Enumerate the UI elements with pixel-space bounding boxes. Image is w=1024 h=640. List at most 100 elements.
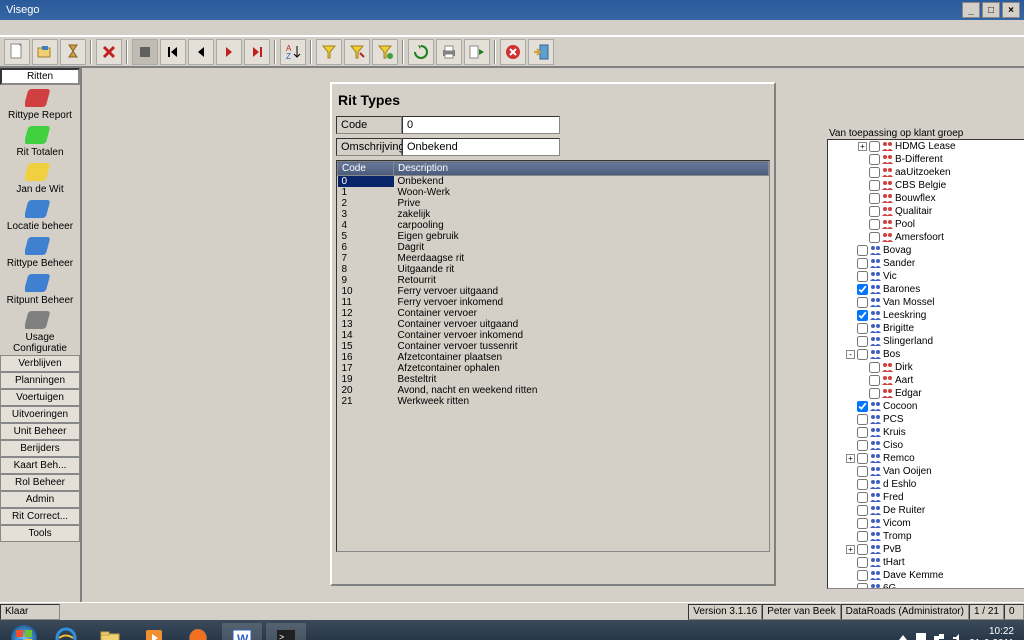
sidebar-button-verblijven[interactable]: Verblijven	[0, 355, 80, 372]
system-tray[interactable]: 10:22 21-6-2011	[897, 626, 1020, 640]
maximize-button[interactable]: □	[982, 2, 1000, 18]
tree-item[interactable]: Aart	[828, 374, 1024, 387]
tree-checkbox[interactable]	[869, 180, 880, 191]
last-button[interactable]	[244, 39, 270, 65]
refresh-button[interactable]	[408, 39, 434, 65]
tree-checkbox[interactable]	[869, 375, 880, 386]
tree-expand-icon[interactable]: +	[858, 142, 867, 151]
tree-item[interactable]: tHart	[828, 556, 1024, 569]
cancel-button[interactable]	[500, 39, 526, 65]
tree-checkbox[interactable]	[857, 557, 868, 568]
tree-item[interactable]: +Remco	[828, 452, 1024, 465]
table-row[interactable]: 2Prive	[338, 198, 769, 209]
tree-checkbox[interactable]	[869, 167, 880, 178]
new-button[interactable]	[4, 39, 30, 65]
tree-item[interactable]: Van Ooijen	[828, 465, 1024, 478]
tree-item[interactable]: Brigitte	[828, 322, 1024, 335]
table-row[interactable]: 13Container vervoer uitgaand	[338, 319, 769, 330]
sidebar-section-ritten[interactable]: Ritten	[0, 68, 80, 85]
table-row[interactable]: 21Werkweek ritten	[338, 396, 769, 407]
sidebar-icon-2[interactable]: Jan de Wit	[0, 159, 80, 196]
tree-item[interactable]: Leeskring	[828, 309, 1024, 322]
tree-item[interactable]: Bovag	[828, 244, 1024, 257]
tree-item[interactable]: 6G	[828, 582, 1024, 589]
tree-checkbox[interactable]	[857, 466, 868, 477]
table-row[interactable]: 10Ferry vervoer uitgaand	[338, 286, 769, 297]
tree-checkbox[interactable]	[857, 427, 868, 438]
tree-checkbox[interactable]	[857, 401, 868, 412]
tray-flag-icon[interactable]	[915, 632, 927, 640]
tree-checkbox[interactable]	[857, 336, 868, 347]
filter-edit-button[interactable]	[344, 39, 370, 65]
tree-item[interactable]: Dave Kemme	[828, 569, 1024, 582]
sidebar-icon-0[interactable]: Rittype Report	[0, 85, 80, 122]
table-row[interactable]: 12Container vervoer	[338, 308, 769, 319]
tree-item[interactable]: Tromp	[828, 530, 1024, 543]
stop-button[interactable]	[132, 39, 158, 65]
sidebar-button-unitbeheer[interactable]: Unit Beheer	[0, 423, 80, 440]
tree-checkbox[interactable]	[869, 362, 880, 373]
tree-checkbox[interactable]	[857, 583, 868, 589]
close-button[interactable]: ×	[1002, 2, 1020, 18]
clock[interactable]: 10:22 21-6-2011	[969, 626, 1014, 640]
tree-checkbox[interactable]	[857, 479, 868, 490]
table-row[interactable]: 19Besteltrit	[338, 374, 769, 385]
tree-item[interactable]: Kruis	[828, 426, 1024, 439]
sidebar-icon-1[interactable]: Rit Totalen	[0, 122, 80, 159]
tree-checkbox[interactable]	[857, 453, 868, 464]
tree-checkbox[interactable]	[857, 440, 868, 451]
col-desc[interactable]: Description	[394, 162, 769, 176]
tree-item[interactable]: Vicom	[828, 517, 1024, 530]
tray-network-icon[interactable]	[933, 632, 945, 640]
table-row[interactable]: 6Dagrit	[338, 242, 769, 253]
tree-item[interactable]: De Ruiter	[828, 504, 1024, 517]
tree-item[interactable]: Dirk	[828, 361, 1024, 374]
delete-button[interactable]	[96, 39, 122, 65]
tree-item[interactable]: Barones	[828, 283, 1024, 296]
tree-checkbox[interactable]	[869, 206, 880, 217]
code-input[interactable]	[402, 116, 560, 134]
tree-checkbox[interactable]	[869, 388, 880, 399]
sidebar-button-uitvoeringen[interactable]: Uitvoeringen	[0, 406, 80, 423]
tree-expand-icon[interactable]: +	[846, 454, 855, 463]
tree-item[interactable]: Sander	[828, 257, 1024, 270]
next-button[interactable]	[216, 39, 242, 65]
first-button[interactable]	[160, 39, 186, 65]
tree-item[interactable]: CBS Belgie	[828, 179, 1024, 192]
tree-item[interactable]: d Eshlo	[828, 478, 1024, 491]
tree-checkbox[interactable]	[857, 349, 868, 360]
table-row[interactable]: 16Afzetcontainer plaatsen	[338, 352, 769, 363]
table-row[interactable]: 20Avond, nacht en weekend ritten	[338, 385, 769, 396]
tree-item[interactable]: Qualitair	[828, 205, 1024, 218]
taskbar-firefox[interactable]	[178, 623, 218, 640]
taskbar-word[interactable]: W	[222, 623, 262, 640]
desc-input[interactable]	[402, 138, 560, 156]
table-row[interactable]: 17Afzetcontainer ophalen	[338, 363, 769, 374]
print-button[interactable]	[436, 39, 462, 65]
table-row[interactable]: 1Woon-Werk	[338, 187, 769, 198]
tree-checkbox[interactable]	[857, 310, 868, 321]
table-row[interactable]: 0Onbekend	[338, 176, 769, 188]
klant-groep-tree[interactable]: +HDMG LeaseB-DifferentaaUitzoekenCBS Bel…	[827, 139, 1024, 589]
tree-checkbox[interactable]	[857, 544, 868, 555]
tree-item[interactable]: Slingerland	[828, 335, 1024, 348]
tree-checkbox[interactable]	[857, 531, 868, 542]
tree-item[interactable]: B-Different	[828, 153, 1024, 166]
hourglass-button[interactable]	[60, 39, 86, 65]
sidebar-button-berijders[interactable]: Berijders	[0, 440, 80, 457]
tree-checkbox[interactable]	[857, 297, 868, 308]
sort-button[interactable]: AZ	[280, 39, 306, 65]
table-row[interactable]: 9Retourrit	[338, 275, 769, 286]
open-button[interactable]	[32, 39, 58, 65]
tree-checkbox[interactable]	[857, 245, 868, 256]
tree-checkbox[interactable]	[857, 492, 868, 503]
tree-checkbox[interactable]	[857, 518, 868, 529]
tree-checkbox[interactable]	[857, 414, 868, 425]
sidebar-icon-5[interactable]: Ritpunt Beheer	[0, 270, 80, 307]
tree-checkbox[interactable]	[869, 219, 880, 230]
tree-item[interactable]: +PvB	[828, 543, 1024, 556]
filter-clear-button[interactable]	[372, 39, 398, 65]
sidebar-icon-6[interactable]: Usage Configuratie	[0, 307, 80, 355]
tree-item[interactable]: aaUitzoeken	[828, 166, 1024, 179]
tray-up-icon[interactable]	[897, 632, 909, 640]
